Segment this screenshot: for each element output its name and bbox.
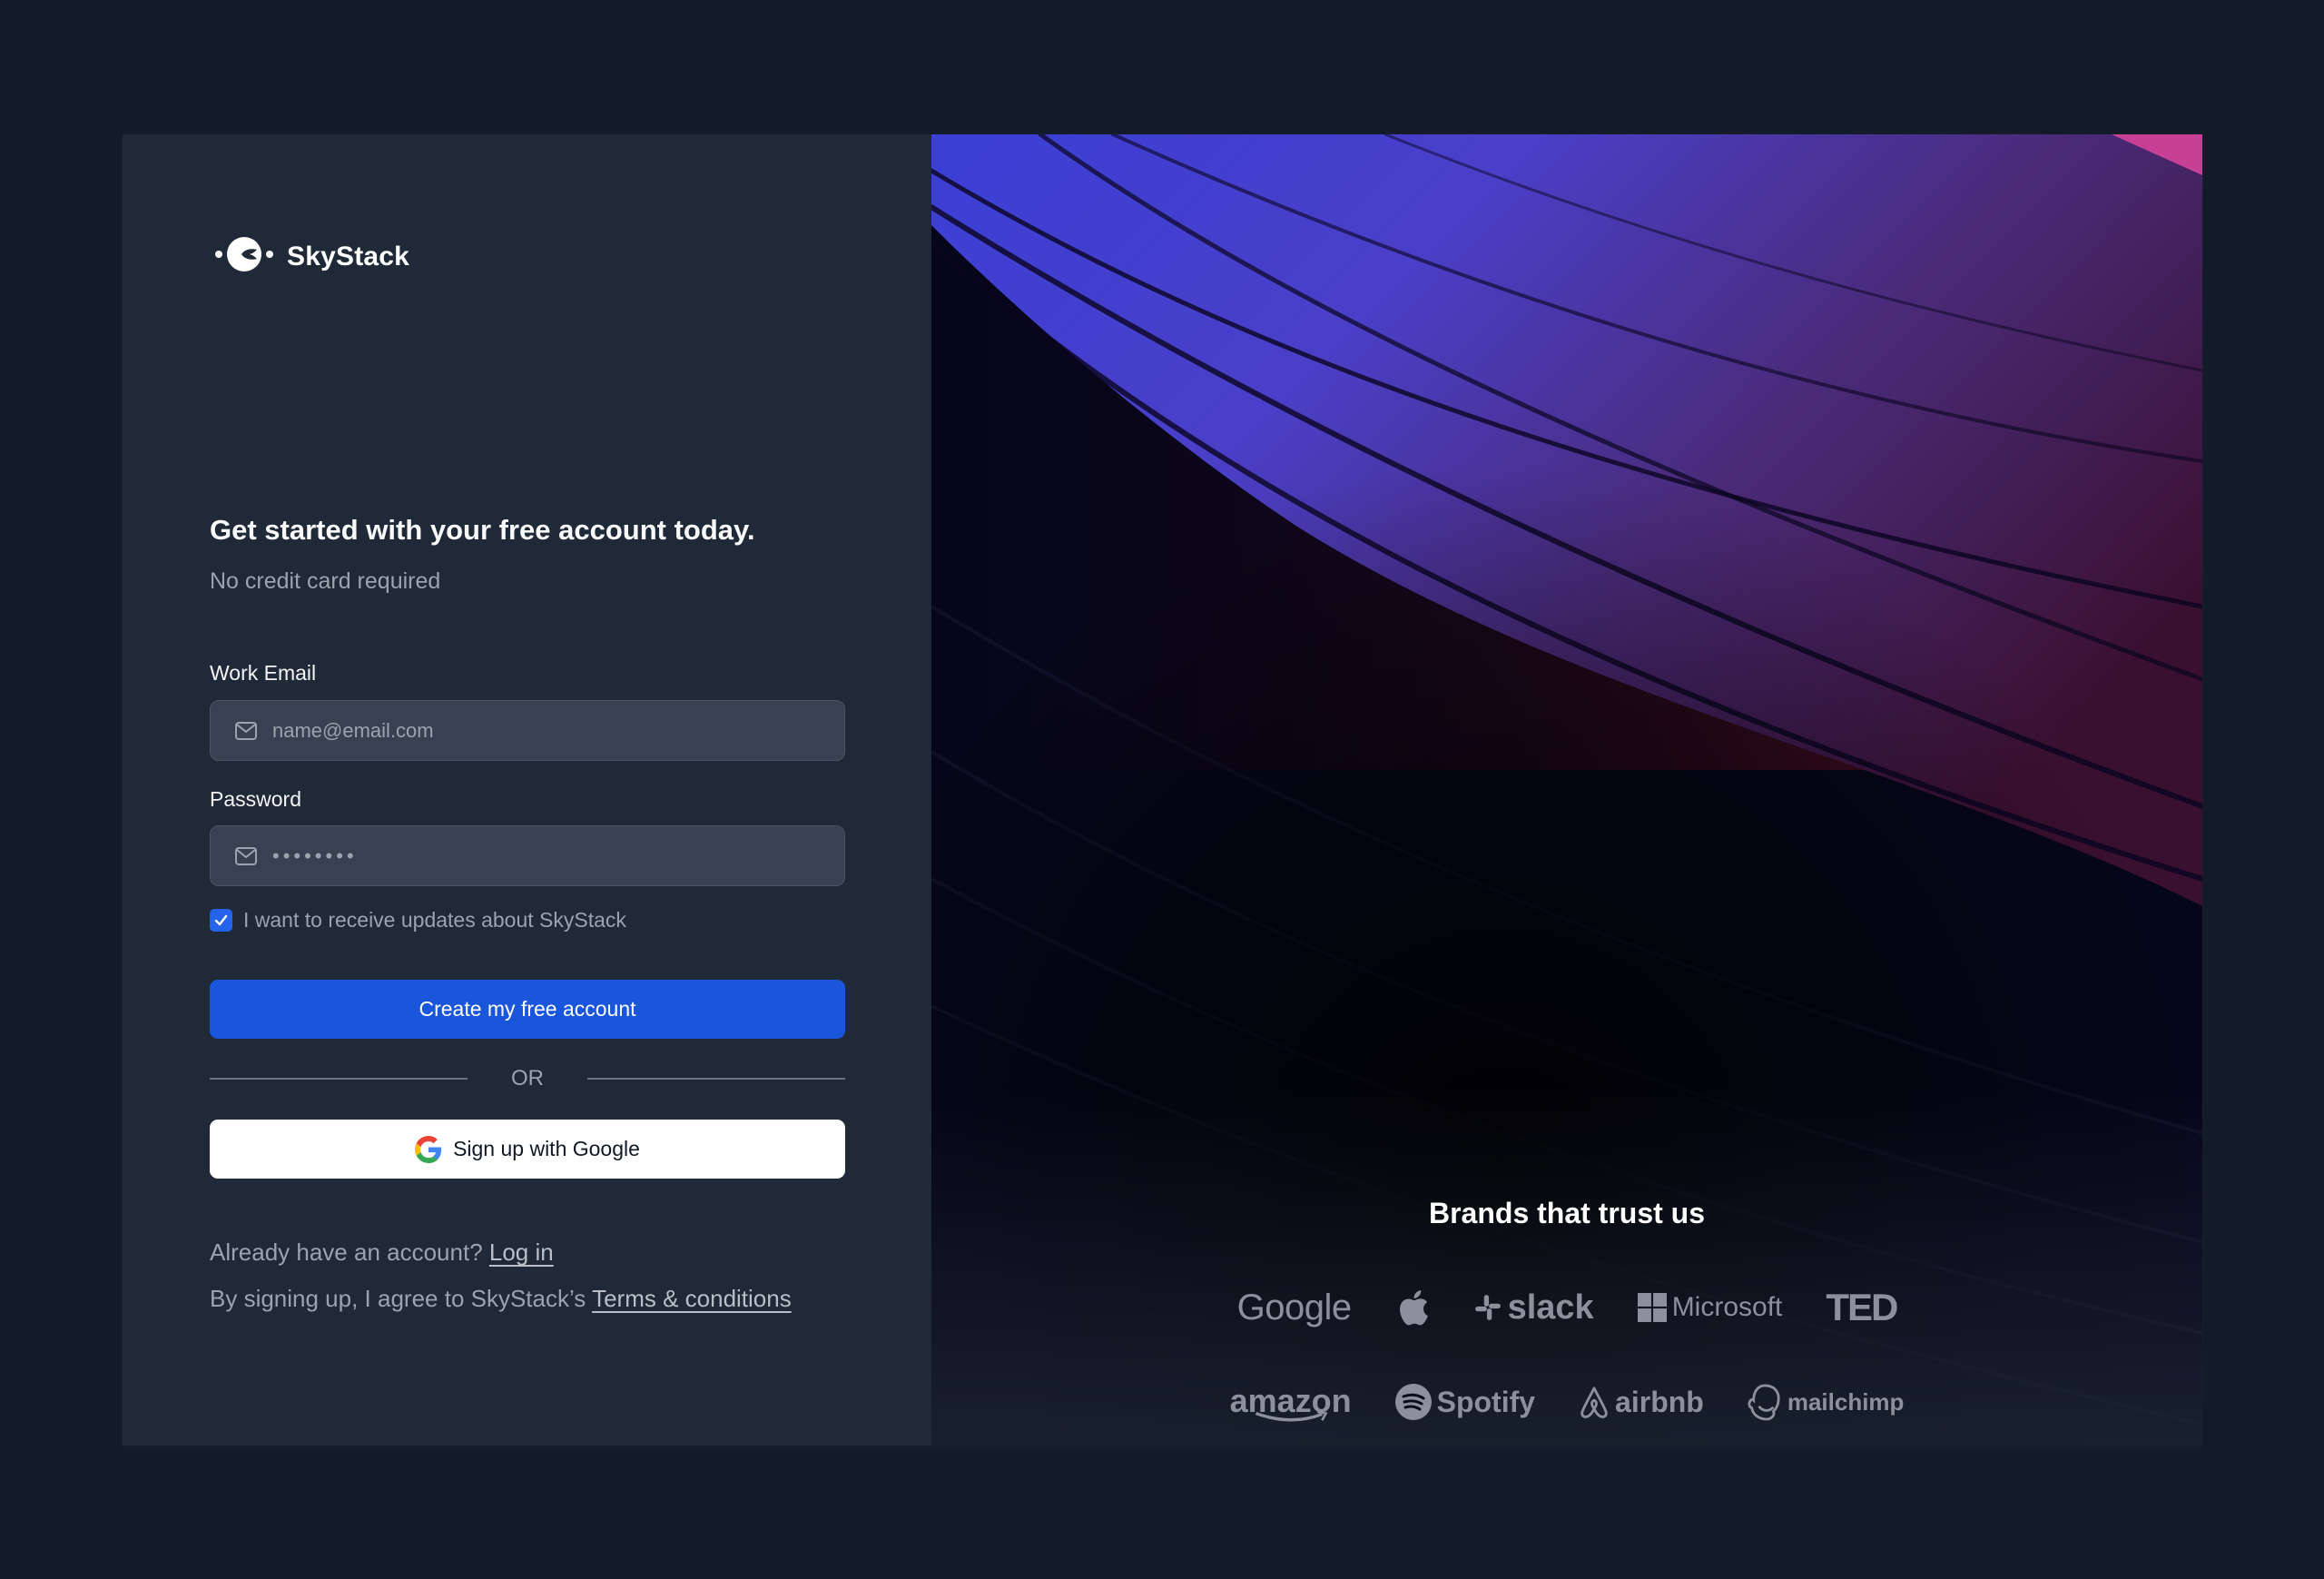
ted-logo: TED [1826, 1286, 1898, 1329]
spotify-logo-text: Spotify [1436, 1385, 1536, 1418]
skystack-orbit-icon [214, 234, 274, 279]
airbnb-icon [1581, 1387, 1608, 1418]
signup-card: SkyStack Get started with your free acco… [123, 134, 2202, 1446]
brand-logos-row: amazon Spotify airbnb mailchimp [931, 1382, 2202, 1422]
terms-notice: By signing up, I agree to SkyStack’s Ter… [210, 1285, 792, 1313]
apple-icon [1399, 1290, 1428, 1326]
google-logo: Google [1237, 1288, 1352, 1328]
create-account-button[interactable]: Create my free account [210, 980, 845, 1039]
password-field[interactable] [210, 825, 845, 886]
ted-logo-text: TED [1826, 1286, 1898, 1328]
email-label: Work Email [210, 661, 317, 685]
checkmark-icon [214, 914, 228, 926]
amazon-smile-icon [1255, 1411, 1328, 1422]
terms-prompt-text: By signing up, I agree to SkyStack’s [210, 1285, 586, 1312]
hero-panel: Brands that trust us Google slack Micros… [931, 134, 2202, 1446]
amazon-logo: amazon [1230, 1382, 1352, 1422]
email-field[interactable] [210, 700, 845, 761]
google-g-icon [415, 1135, 442, 1163]
brand-logos-row: Google slack Microsoft TED [931, 1286, 2202, 1329]
hero-artwork [931, 134, 2202, 1446]
signup-form-panel: SkyStack Get started with your free acco… [123, 134, 931, 1446]
login-prompt-text: Already have an account? [210, 1239, 483, 1266]
divider-label: OR [511, 1066, 544, 1090]
google-signup-label: Sign up with Google [453, 1137, 640, 1160]
page-heading: Get started with your free account today… [210, 514, 755, 546]
google-logo-text: Google [1236, 1287, 1352, 1327]
microsoft-icon [1637, 1293, 1667, 1322]
airbnb-logo-text: airbnb [1615, 1385, 1704, 1418]
brand-logo[interactable]: SkyStack [214, 234, 409, 279]
email-input[interactable] [272, 718, 817, 743]
airbnb-logo: airbnb [1579, 1385, 1704, 1419]
microsoft-logo: Microsoft [1637, 1292, 1783, 1323]
slack-logo-text: slack [1507, 1288, 1594, 1327]
spotify-logo: Spotify [1394, 1384, 1536, 1420]
updates-checkbox[interactable] [210, 909, 232, 932]
mail-icon [234, 846, 258, 866]
password-label: Password [210, 787, 301, 811]
updates-checkbox-label: I want to receive updates about SkyStack [243, 908, 626, 932]
terms-link[interactable]: Terms & conditions [592, 1285, 792, 1312]
mailchimp-logo-text: mailchimp [1787, 1387, 1905, 1416]
or-divider: OR [210, 1065, 845, 1092]
password-input[interactable] [272, 844, 817, 868]
divider-line [210, 1078, 468, 1080]
microsoft-logo-text: Microsoft [1671, 1292, 1783, 1322]
divider-line [587, 1078, 845, 1080]
page-subheading: No credit card required [210, 568, 441, 594]
brand-name: SkyStack [287, 241, 410, 271]
updates-checkbox-row[interactable]: I want to receive updates about SkyStack [210, 908, 626, 933]
slack-icon [1474, 1295, 1501, 1320]
login-prompt: Already have an account? Log in [210, 1239, 554, 1267]
mail-icon [234, 721, 258, 741]
mailchimp-freddie-icon [1748, 1384, 1780, 1421]
brands-title: Brands that trust us [1428, 1197, 1706, 1229]
login-link[interactable]: Log in [489, 1239, 554, 1266]
google-signup-button[interactable]: Sign up with Google [210, 1120, 845, 1179]
spotify-icon [1394, 1384, 1432, 1420]
mailchimp-logo: mailchimp [1748, 1383, 1905, 1421]
apple-logo [1395, 1287, 1430, 1328]
slack-logo: slack [1473, 1288, 1594, 1327]
